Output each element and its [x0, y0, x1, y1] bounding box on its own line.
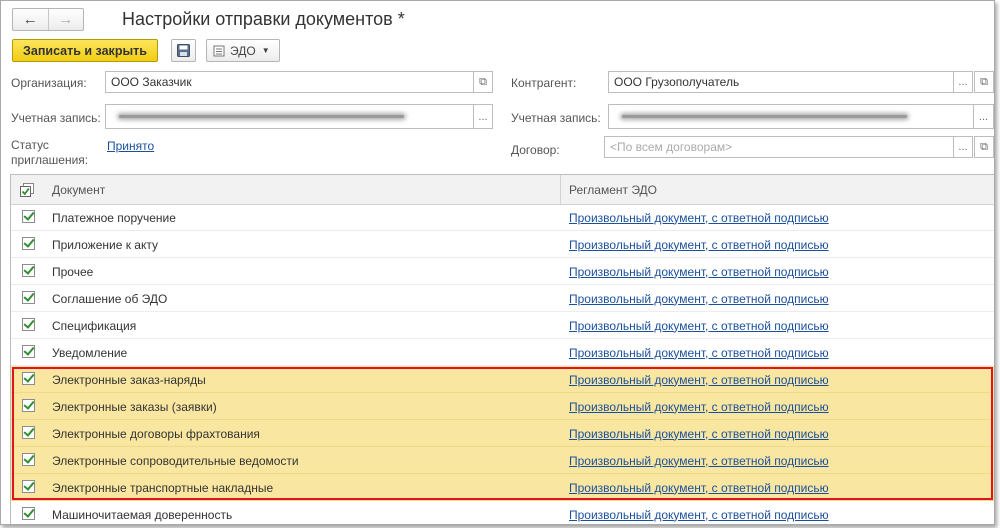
- select-counterparty-account-button[interactable]: ...: [973, 104, 994, 129]
- row-checkbox[interactable]: [22, 264, 35, 277]
- counterparty-account-field[interactable]: [608, 104, 974, 129]
- document-name: Спецификация: [52, 318, 137, 333]
- page-title: Настройки отправки документов *: [122, 9, 405, 29]
- counterparty-label: Контрагент:: [511, 76, 577, 90]
- regulation-link[interactable]: Произвольный документ, с ответной подпис…: [569, 211, 829, 225]
- table-row[interactable]: Платежное поручение Произвольный документ…: [11, 204, 994, 231]
- regulation-cell: Произвольный документ, с ответной подпис…: [569, 258, 829, 285]
- row-checkbox[interactable]: [22, 318, 35, 331]
- edo-menu-button[interactable]: ЭДО ▼: [206, 39, 280, 62]
- select-account-button[interactable]: ...: [473, 104, 493, 129]
- highlight-annotation-box: [12, 367, 993, 500]
- column-divider[interactable]: [560, 175, 561, 204]
- chevron-down-icon: ▼: [261, 46, 270, 55]
- status-label: Статус приглашения:: [11, 138, 88, 168]
- check-all-icon[interactable]: [20, 175, 35, 204]
- column-header-document[interactable]: Документ: [52, 175, 105, 204]
- counterparty-field[interactable]: ООО Грузополучатель: [608, 71, 954, 93]
- regulation-cell: Произвольный документ, с ответной подпис…: [569, 204, 829, 231]
- table-row[interactable]: Уведомление Произвольный документ, с отве…: [11, 339, 994, 366]
- document-name: Соглашение об ЭДО: [52, 291, 168, 306]
- open-icon[interactable]: ⧉: [974, 136, 994, 158]
- regulation-link[interactable]: Произвольный документ, с ответной подпис…: [569, 346, 829, 360]
- table-row[interactable]: Соглашение об ЭДО Произвольный документ, …: [11, 285, 994, 312]
- edo-label: ЭДО: [230, 43, 256, 58]
- document-name: Уведомление: [52, 345, 128, 360]
- column-header-regulation[interactable]: Регламент ЭДО: [569, 175, 657, 204]
- regulation-cell: Произвольный документ, с ответной подпис…: [569, 312, 829, 339]
- document-name: Прочее: [52, 264, 94, 279]
- document-name: Платежное поручение: [52, 210, 176, 225]
- regulation-cell: Произвольный документ, с ответной подпис…: [569, 339, 829, 366]
- document-name: Машиночитаемая доверенность: [52, 507, 233, 522]
- forward-arrow-icon[interactable]: →: [49, 9, 84, 30]
- select-counterparty-button[interactable]: ...: [953, 71, 973, 93]
- contract-field[interactable]: <По всем договорам>: [604, 136, 954, 158]
- table-row[interactable]: Прочее Произвольный документ, с ответной …: [11, 258, 994, 285]
- table-row[interactable]: Приложение к акту Произвольный документ, …: [11, 231, 994, 258]
- document-name: Приложение к акту: [52, 237, 158, 252]
- regulation-link[interactable]: Произвольный документ, с ответной подпис…: [569, 508, 829, 522]
- regulation-cell: Произвольный документ, с ответной подпис…: [569, 231, 829, 258]
- status-label-line1: Статус: [11, 138, 49, 152]
- status-link[interactable]: Принято: [107, 139, 154, 153]
- row-checkbox[interactable]: [22, 345, 35, 358]
- account-field[interactable]: [105, 104, 474, 129]
- status-label-line2: приглашения:: [11, 153, 89, 167]
- regulation-cell: Произвольный документ, с ответной подпис…: [569, 285, 829, 312]
- account-label: Учетная запись:: [11, 111, 101, 125]
- row-checkbox[interactable]: [22, 210, 35, 223]
- table-row[interactable]: Спецификация Произвольный документ, с отв…: [11, 312, 994, 339]
- settings-window: ← → Настройки отправки документов * Запи…: [0, 0, 995, 525]
- organization-field[interactable]: ООО Заказчик: [105, 71, 474, 93]
- back-arrow-icon[interactable]: ←: [13, 9, 49, 30]
- regulation-cell: Произвольный документ, с ответной подпис…: [569, 501, 829, 524]
- table-header: Документ Регламент ЭДО: [11, 175, 994, 205]
- row-checkbox[interactable]: [22, 237, 35, 250]
- document-stack-icon: [213, 45, 225, 56]
- organization-label: Организация:: [11, 76, 87, 90]
- regulation-link[interactable]: Произвольный документ, с ответной подпис…: [569, 238, 829, 252]
- save-and-close-button[interactable]: Записать и закрыть: [12, 39, 158, 62]
- history-nav: ← →: [12, 8, 84, 31]
- floppy-disk-icon: [177, 44, 190, 57]
- open-icon[interactable]: ⧉: [974, 71, 994, 93]
- regulation-link[interactable]: Произвольный документ, с ответной подпис…: [569, 319, 829, 333]
- save-button[interactable]: [171, 39, 196, 62]
- row-checkbox[interactable]: [22, 291, 35, 304]
- table-row[interactable]: Машиночитаемая доверенность Произвольный …: [11, 501, 994, 524]
- contract-label: Договор:: [511, 143, 560, 157]
- open-icon[interactable]: ⧉: [473, 71, 493, 93]
- redacted-value: [119, 115, 404, 118]
- regulation-link[interactable]: Произвольный документ, с ответной подпис…: [569, 292, 829, 306]
- row-checkbox[interactable]: [22, 507, 35, 520]
- regulation-link[interactable]: Произвольный документ, с ответной подпис…: [569, 265, 829, 279]
- counterparty-account-label: Учетная запись:: [511, 111, 601, 125]
- select-contract-button[interactable]: ...: [953, 136, 973, 158]
- redacted-value: [622, 115, 907, 118]
